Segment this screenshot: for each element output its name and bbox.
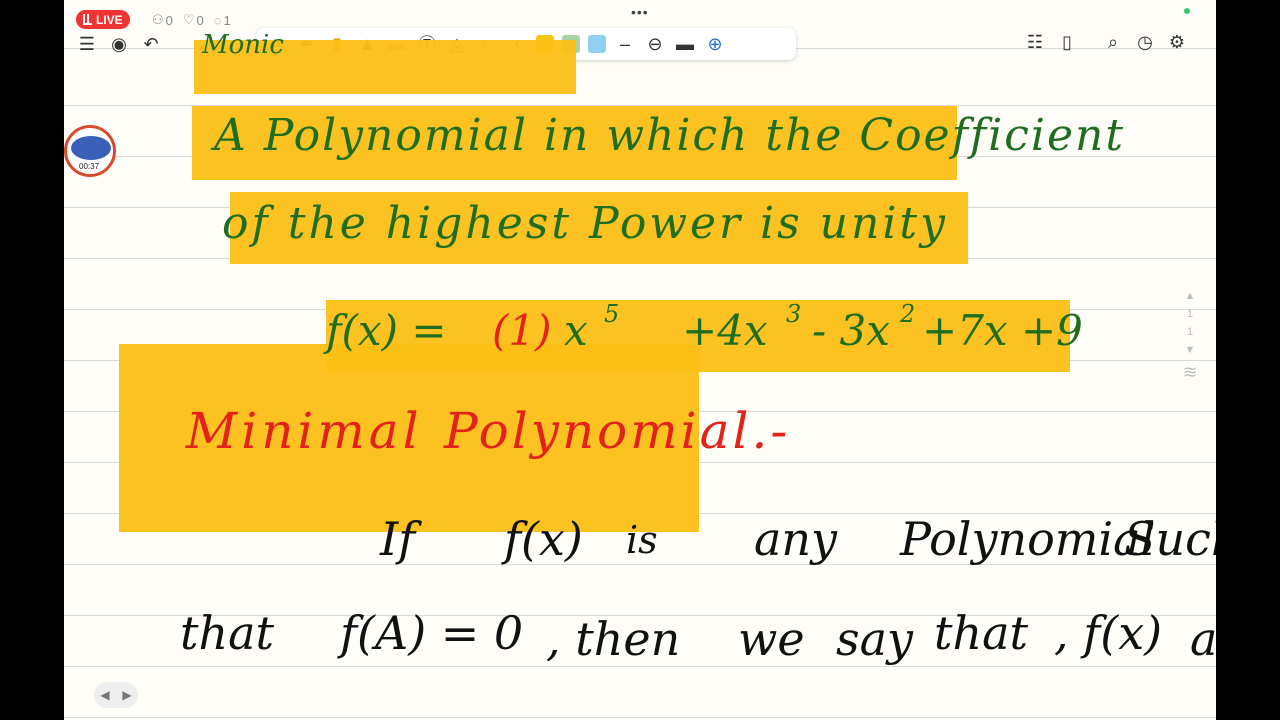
note-canvas[interactable]: ••• LIVE ⚇0 ♡0 ◌1 ☰ ◉ ↶ ⌄ ⌗ ✒ ▮ ▲ ▬ Ⓣ ◬ … [64,0,1216,720]
eq-x: x [564,306,588,355]
line2-a: a [1190,612,1216,666]
presenter-avatar[interactable]: 00:37 [64,125,116,177]
eq-pow3: 3 [786,300,802,328]
eq-pow5: 5 [604,300,620,328]
likes-count: 0 [196,12,204,28]
eq-pow2: 2 [900,300,916,328]
heading-minimal: Minimal [186,402,423,460]
page-up-icon[interactable]: ▲ [1185,290,1196,302]
status-dot-icon [1184,8,1190,14]
line1-such: Such [1124,512,1216,566]
outline-icon[interactable]: ☷ [1024,31,1046,53]
eq-minus: - 3x [812,306,890,355]
menu-icon[interactable]: ☰ [76,33,98,55]
thin-stroke-icon[interactable]: – [614,33,636,55]
drag-handle-icon[interactable]: ••• [631,4,649,20]
signal-icon [83,14,92,25]
avatar-timer: 00:37 [79,162,100,171]
layers-icon[interactable]: ≋ [1182,362,1197,383]
listeners-count: 0 [165,12,173,28]
live-stats: ⚇ 0 ♡ 0 ◌ 1 [152,12,231,28]
line1-polynomial: Polynomial [900,512,1156,566]
thick-stroke-icon[interactable]: ▬ [674,33,696,55]
prev-page-icon[interactable]: ◀ [100,688,109,702]
likes-stat: ♡ 0 [183,12,204,28]
eq-tail: +7x +9 [922,306,1083,355]
line2-fa: f(A) = 0 [340,606,524,660]
color-swatch-blue[interactable] [588,35,606,53]
note-def-line2: of the highest Power is unity [222,198,948,249]
avatar-logo [71,136,111,160]
line2-we: we [738,612,805,666]
page-icon[interactable]: ▯ [1056,31,1078,53]
page-nav: ◀ ▶ [94,682,138,708]
next-page-icon[interactable]: ▶ [122,688,131,702]
heart-icon: ♡ [182,12,195,27]
page-total: 1 [1186,326,1194,338]
heading-polynomial: Polynomial.- [444,402,791,460]
comments-stat: ◌ 1 [214,12,231,28]
read-mode-icon[interactable]: ◉ [108,33,130,55]
line1-any: any [754,512,838,566]
eq-f: f(x) = [326,306,447,355]
live-badge: LIVE [76,10,130,29]
line2-fx: , f(x) [1054,606,1163,660]
top-bar: ••• [64,0,1216,30]
add-tool-icon[interactable]: ⊕ [704,33,726,55]
eq-rest: +4x [682,306,768,355]
listeners-stat: ⚇ 0 [152,12,173,28]
eq-coeff: (1) [492,306,552,355]
medium-stroke-icon[interactable]: ⊖ [644,33,666,55]
note-top-fragment: Monic [202,30,284,60]
line2-then: , then [546,612,681,666]
line1-is: is [626,518,658,562]
comments-count: 1 [223,12,231,28]
settings-gear-icon[interactable]: ⚙ [1166,31,1188,53]
page-current: 1 [1186,308,1194,320]
person-icon: ⚇ [152,12,164,27]
line2-say: say [836,612,914,666]
line1-if: If [380,512,416,566]
line1-fx: f(x) [504,512,583,566]
page-sidebar: ▲ 1 1 ▼ ≋ [1178,290,1202,383]
toolbar-right: ☷ ▯ ⌕ ◷ ⚙ [1024,31,1188,53]
line2-that: that [180,606,275,660]
comment-icon: ◌ [213,12,222,28]
undo-icon[interactable]: ↶ [140,33,162,55]
history-icon[interactable]: ◷ [1134,31,1156,53]
note-def-line1: A Polynomial in which the Coefficient [214,110,1126,161]
search-doc-icon[interactable]: ⌕ [1102,31,1124,53]
live-label: LIVE [96,12,123,27]
line2-that2: that [934,606,1029,660]
page-down-icon[interactable]: ▼ [1185,344,1196,356]
